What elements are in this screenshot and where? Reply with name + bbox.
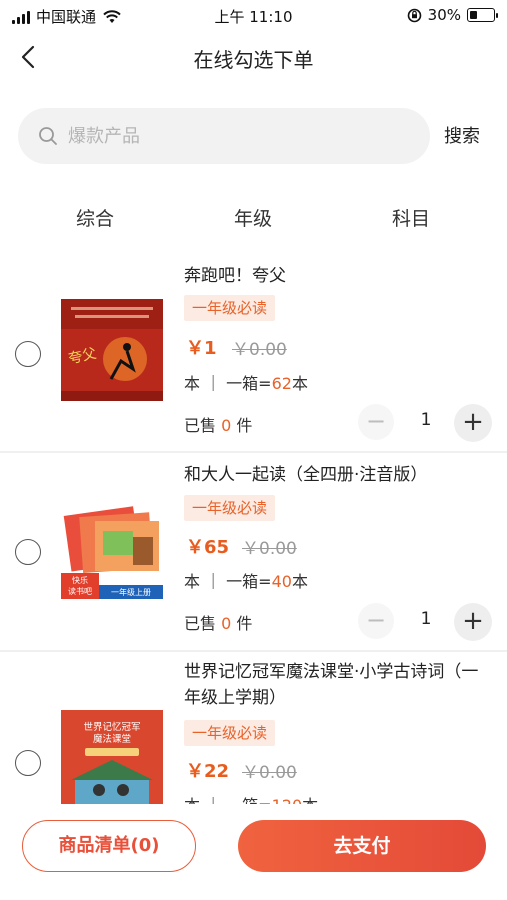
quantity-stepper: − 1 + — [358, 603, 492, 641]
status-bar: 中国联通 上午 11:10 30% — [0, 0, 507, 32]
search-input[interactable] — [68, 122, 408, 150]
product-list-button[interactable]: 商品清单(0) — [22, 820, 196, 872]
svg-text:世界记忆冠军: 世界记忆冠军 — [83, 721, 140, 733]
original-price: ￥0.00 — [232, 340, 287, 360]
search-button[interactable]: 搜索 — [444, 122, 480, 148]
grade-badge: 一年级必读 — [184, 295, 276, 321]
book-cover-art: 世界记忆冠军 魔法课堂 — [61, 710, 163, 804]
product-title[interactable]: 和大人一起读（全四册·注音版） — [184, 462, 494, 488]
svg-text:一年级上册: 一年级上册 — [111, 587, 151, 597]
product-cover-image[interactable]: 快乐 读书吧 一年级上册 — [61, 497, 163, 599]
book-cover-art: 夸父 — [61, 299, 163, 401]
select-radio[interactable] — [15, 341, 41, 367]
filter-tabs: 综合 年级 科目 — [0, 204, 507, 234]
price: ￥65 — [186, 537, 230, 558]
grade-badge: 一年级必读 — [184, 495, 276, 521]
search-box[interactable] — [18, 108, 430, 164]
decrease-button[interactable]: − — [358, 404, 394, 440]
product-title[interactable]: 奔跑吧！夸父 — [184, 263, 494, 289]
grade-badge: 一年级必读 — [184, 720, 276, 746]
page-title: 在线勾选下单 — [193, 48, 314, 72]
increase-button[interactable]: + — [454, 404, 492, 442]
decrease-button[interactable]: − — [358, 603, 394, 639]
original-price: ￥0.00 — [242, 763, 297, 783]
status-right: 30% — [407, 6, 498, 24]
spec-text: 本 ｜ 一箱=40本 — [184, 572, 308, 591]
sold-count: 已售 0 件 — [184, 416, 253, 435]
product-card: 世界记忆冠军 魔法课堂 世界记忆冠军魔法课堂·小学古诗词（一年级上学期） 一年级… — [0, 652, 507, 804]
increase-button[interactable]: + — [454, 603, 492, 641]
price: ￥22 — [186, 761, 230, 782]
svg-text:魔法课堂: 魔法课堂 — [93, 733, 131, 745]
pay-button[interactable]: 去支付 — [238, 820, 486, 872]
select-radio[interactable] — [15, 750, 41, 776]
nav-bar: 在线勾选下单 — [0, 34, 507, 80]
tab-grade[interactable]: 年级 — [234, 204, 272, 231]
product-card: 夸父 奔跑吧！夸父 一年级必读 ￥1 ￥0.00 本 ｜ 一箱=62本 已售 0… — [0, 252, 507, 450]
search-icon — [39, 127, 57, 145]
product-cover-image[interactable]: 夸父 — [61, 299, 163, 401]
bottom-action-bar: 商品清单(0) 去支付 — [0, 804, 507, 900]
tab-subject[interactable]: 科目 — [392, 204, 430, 231]
spec-text: 本 ｜ 一箱=120本 — [184, 792, 318, 804]
quantity-value: 1 — [420, 410, 432, 430]
svg-text:读书吧: 读书吧 — [68, 586, 92, 596]
spec-text: 本 ｜ 一箱=62本 — [184, 374, 308, 393]
quantity-value: 1 — [420, 609, 432, 629]
tab-comprehensive[interactable]: 综合 — [76, 204, 114, 231]
price: ￥1 — [186, 338, 217, 359]
battery-percent: 30% — [427, 6, 461, 24]
product-card: 快乐 读书吧 一年级上册 和大人一起读（全四册·注音版） 一年级必读 ￥65 ￥… — [0, 453, 507, 649]
orientation-lock-icon — [407, 8, 421, 22]
svg-text:快乐: 快乐 — [72, 575, 88, 585]
quantity-stepper: − 1 + — [358, 404, 492, 442]
book-cover-art: 快乐 读书吧 一年级上册 — [61, 497, 163, 599]
product-cover-image[interactable]: 世界记忆冠军 魔法课堂 — [61, 710, 163, 804]
product-title[interactable]: 世界记忆冠军魔法课堂·小学古诗词（一年级上学期） — [184, 659, 494, 711]
battery-icon — [467, 8, 498, 22]
sold-count: 已售 0 件 — [184, 614, 253, 633]
select-radio[interactable] — [15, 539, 41, 565]
original-price: ￥0.00 — [242, 539, 297, 559]
